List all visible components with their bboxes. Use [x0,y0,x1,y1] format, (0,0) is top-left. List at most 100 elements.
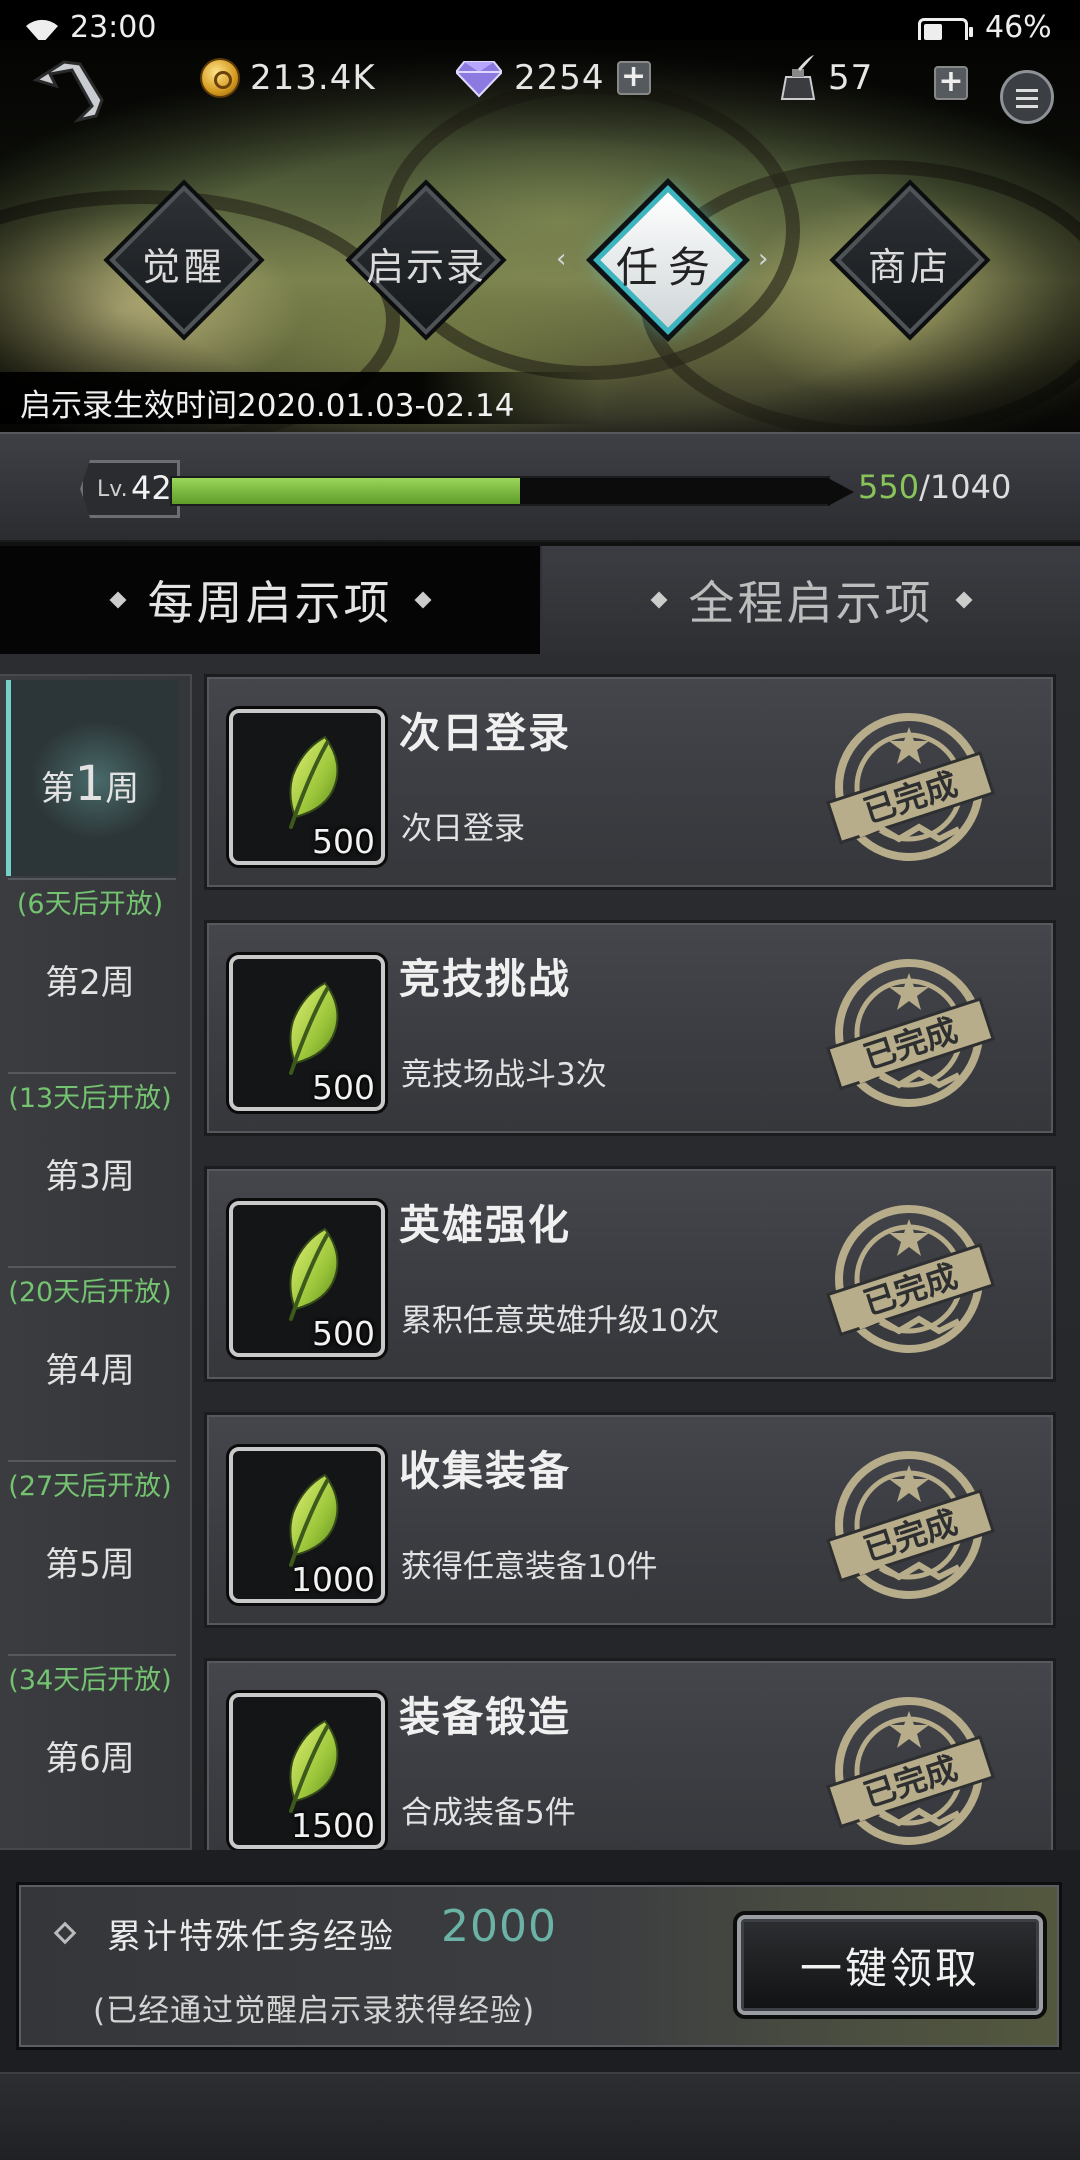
claim-all-button[interactable]: 一键领取 [737,1915,1043,2015]
nav-awaken-label: 觉醒 [141,245,226,289]
footer-strip [0,2072,1080,2160]
nav-shop-label: 商店 [867,245,952,289]
add-ink-button[interactable]: + [934,66,968,100]
week-item-5[interactable]: (27天后开放) 第5周 [0,1464,180,1586]
week-5-open-time: (27天后开放) [8,1471,172,1502]
task-title: 收集装备 [399,1447,571,1495]
week-1-suffix: 周 [105,769,140,809]
week-2-open-time: (6天后开放) [16,889,164,920]
ink-currency: 57 [778,48,873,108]
add-diamond-button[interactable]: + [616,61,651,95]
week-item-3[interactable]: (13天后开放) 第3周 [0,1076,180,1198]
reward-slot[interactable]: 500 [229,1201,385,1357]
task-description: 获得任意装备10件 [401,1549,658,1585]
week-1-number: 1 [74,756,106,812]
xp-current: 550 [858,468,920,506]
task-card: 500 英雄强化 累积任意英雄升级10次 [204,1166,1056,1382]
special-exp-panel: 累计特殊任务经验 2000 (已经通过觉醒启示录获得经验) 一键领取 [16,1882,1062,2050]
reward-amount: 500 [312,1314,375,1353]
xp-progress-bar [170,476,830,506]
level-prefix: Lv. [97,477,128,502]
validity-text: 启示录生效时间2020.01.03-02.14 [20,388,515,424]
validity-banner: 启示录生效时间2020.01.03-02.14 [0,372,600,424]
diamond-gem-icon [456,61,502,98]
reward-slot[interactable]: 500 [229,955,385,1111]
leaf-icon [269,735,349,835]
nav-shop[interactable]: 商店 [820,170,1000,350]
task-card: 500 次日登录 次日登录 [204,674,1056,890]
task-description: 次日登录 [401,811,525,847]
main-content: 第1周 (6天后开放) 第2周 (13天后开放) 第3周 (20天后开放) 第4… [0,654,1080,1874]
completed-stamp-icon [819,953,999,1113]
gold-currency: 213.4K [200,48,376,108]
leaf-icon [269,1719,349,1819]
task-description: 竞技场战斗3次 [401,1057,607,1093]
gold-coin-icon [200,58,240,98]
task-title: 次日登录 [399,709,571,757]
leaf-icon [269,1473,349,1573]
tab-all-period[interactable]: 全程启示项 [542,546,1080,654]
task-title: 装备锻造 [399,1693,571,1741]
leaf-icon [269,981,349,1081]
reward-slot[interactable]: 500 [229,709,385,865]
reward-slot[interactable]: 1500 [229,1693,385,1849]
task-description: 累积任意英雄升级10次 [401,1303,720,1339]
nav-tasks-label: 任务 [615,243,720,292]
task-title: 竞技挑战 [399,955,571,1003]
xp-bar-tip [828,478,854,506]
week-2-label: 第2周 [45,963,135,1003]
task-card: 1000 收集装备 获得任意装备10件 [204,1412,1056,1628]
nav-left-arrow-icon: ‹ [556,244,567,274]
nav-revelation[interactable]: 启示录 [336,170,516,350]
xp-text: 550/1040 [858,468,1011,506]
week-4-open-time: (20天后开放) [8,1277,172,1308]
tab-all-period-label: 全程启示项 [688,576,934,630]
nav-revelation-label: 启示录 [365,245,486,289]
hamburger-menu-icon[interactable] [1000,70,1054,124]
reward-amount: 500 [312,1068,375,1107]
task-title: 英雄强化 [399,1201,571,1249]
exp-label: 累计特殊任务经验 [107,1917,395,1957]
week-item-1[interactable]: 第1周 [0,756,180,812]
week-item-6[interactable]: (34天后开放) 第6周 [0,1658,180,1780]
ink-amount: 57 [828,58,874,98]
nav-tasks[interactable]: 任务 [578,170,758,350]
completed-stamp-icon [819,1691,999,1851]
week-sidebar: 第1周 (6天后开放) 第2周 (13天后开放) 第3周 (20天后开放) 第4… [0,674,192,1850]
week-item-4[interactable]: (20天后开放) 第4周 [0,1270,180,1392]
back-button[interactable] [26,56,106,126]
xp-separator: / [919,468,930,506]
completed-stamp-icon [819,1445,999,1605]
week-5-label: 第5周 [45,1545,135,1585]
ink-bottle-icon [780,55,816,100]
level-badge: Lv. 42 [80,460,180,518]
footer: 累计特殊任务经验 2000 (已经通过觉醒启示录获得经验) 一键领取 [0,1850,1080,2160]
nav-right-arrow-icon: › [758,244,769,274]
tab-weekly[interactable]: 每周启示项 [0,546,540,654]
reward-amount: 500 [312,822,375,861]
level-panel: Lv. 42 550/1040 [0,432,1080,542]
completed-stamp-icon [819,707,999,867]
week-1-prefix: 第 [40,769,75,809]
week-item-2[interactable]: (6天后开放) 第2周 [0,882,180,1004]
diamond-currency: 2254 + [456,48,651,108]
task-card: 500 竞技挑战 竞技场战斗3次 [204,920,1056,1136]
diamond-amount: 2254 [514,58,605,98]
week-3-label: 第3周 [45,1157,135,1197]
diamond-bullet-icon [53,1921,77,1945]
completed-stamp-icon [819,1199,999,1359]
reward-slot[interactable]: 1000 [229,1447,385,1603]
nav-awaken[interactable]: 觉醒 [94,170,274,350]
task-card: 1500 装备锻造 合成装备5件 [204,1658,1056,1874]
level-value: 42 [131,469,172,507]
exp-value: 2000 [441,1901,557,1952]
task-description: 合成装备5件 [401,1795,576,1831]
exp-note: (已经通过觉醒启示录获得经验) [93,1993,536,2029]
gold-amount: 213.4K [250,58,376,98]
week-3-open-time: (13天后开放) [8,1083,172,1114]
week-6-open-time: (34天后开放) [8,1665,172,1696]
reward-amount: 1000 [291,1560,375,1599]
reward-amount: 1500 [291,1806,375,1845]
tab-weekly-label: 每周启示项 [147,576,393,630]
leaf-icon [269,1227,349,1327]
